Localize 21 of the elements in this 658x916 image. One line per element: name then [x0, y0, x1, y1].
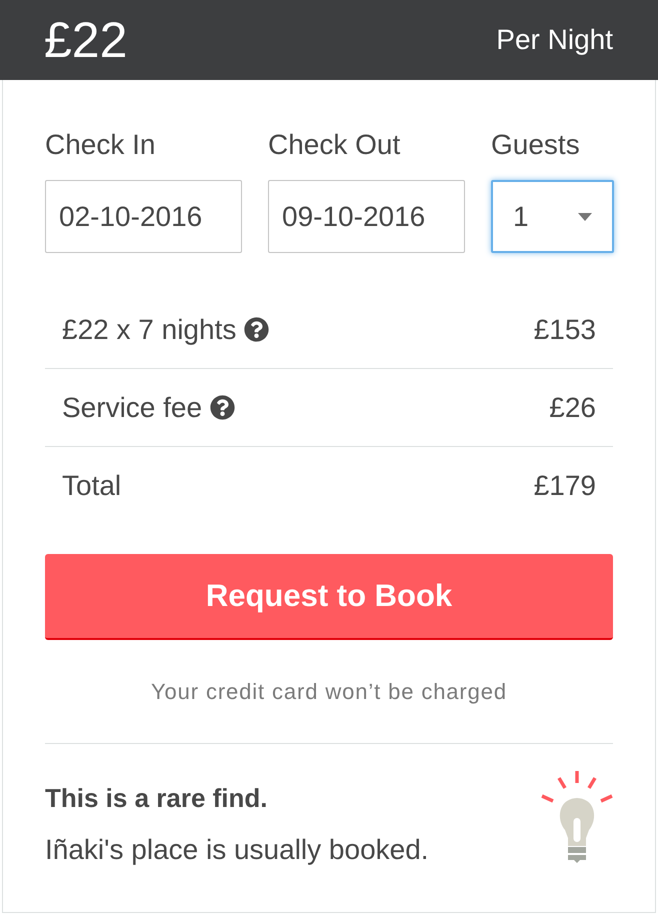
field-label: Guests [491, 129, 581, 161]
no-charge-note: Your credit card won’t be charged [151, 679, 507, 705]
date-input[interactable]: 09-10-2016 [268, 180, 465, 253]
price-row-amount: £26 [549, 392, 596, 424]
notice-text: Iñaki's place is usually booked. [45, 834, 429, 866]
field-label: Check Out [268, 129, 402, 161]
date-input[interactable]: 02-10-2016 [45, 180, 242, 253]
notice-title: This is a rare find. [45, 782, 269, 814]
price-row-label: £22 x 7 nights [62, 314, 236, 346]
caret-icon [578, 212, 592, 220]
help-icon[interactable] [210, 395, 236, 420]
price-unit: Per Night [496, 24, 613, 56]
help-icon[interactable] [244, 317, 270, 342]
price-row-label: Service fee [62, 392, 202, 424]
price-row-label: Total [62, 470, 122, 502]
price-row-amount: £153 [534, 314, 596, 346]
field-label: Check In [45, 129, 156, 161]
lightbulb-icon [541, 770, 613, 864]
guests-select[interactable]: 1 [491, 180, 614, 253]
price-row-amount: £179 [534, 470, 596, 502]
nightly-price: £22 [44, 12, 128, 68]
